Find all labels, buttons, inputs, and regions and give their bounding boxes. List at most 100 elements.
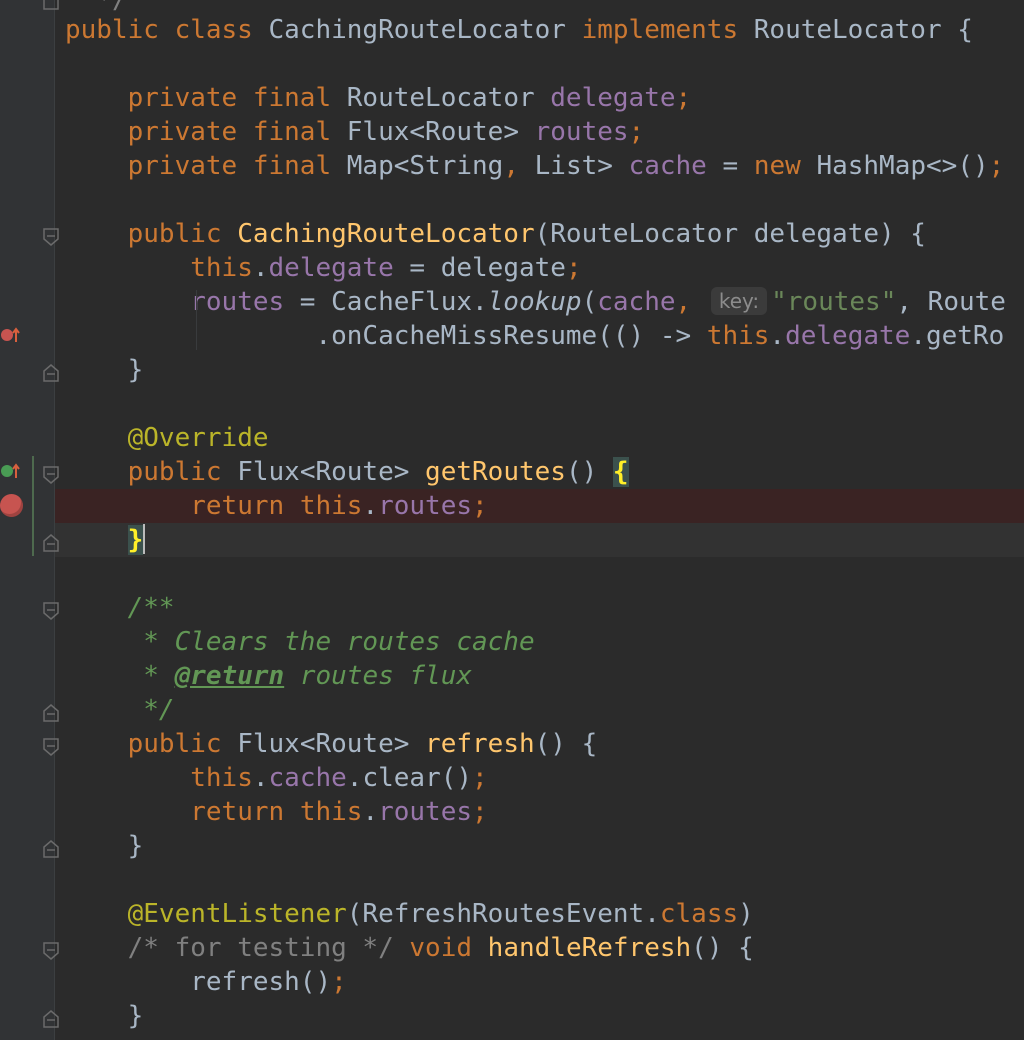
field-token: cache <box>268 763 347 793</box>
keyword-token: this <box>299 797 363 827</box>
expr-token: refresh() <box>190 967 332 997</box>
code-line[interactable]: this.cache.clear(); <box>55 761 1024 795</box>
doc-comment-token: * Clears the routes cache <box>127 627 535 657</box>
code-line[interactable]: return this.routes; <box>55 795 1024 829</box>
field-token: routes <box>378 797 473 827</box>
matched-brace: } <box>127 525 144 555</box>
punct-token: . <box>252 253 269 283</box>
method-token: handleRefresh <box>487 933 692 963</box>
override-icon[interactable] <box>0 460 22 482</box>
code-line[interactable]: } <box>55 829 1024 863</box>
type-token: RouteLocator <box>346 83 551 113</box>
brace-token: } <box>127 355 144 385</box>
punct-token: ; <box>472 491 488 521</box>
code-line[interactable]: routes = CacheFlux.lookup(cache, key: "ro… <box>55 285 1024 319</box>
fold-icon[interactable] <box>42 602 60 620</box>
matched-brace: { <box>612 457 629 487</box>
expr-token: .onCacheMissResume(() -> <box>315 321 707 351</box>
fold-icon[interactable] <box>42 0 60 10</box>
code-line[interactable]: */ <box>55 693 1024 727</box>
keyword-token: implements <box>581 15 754 45</box>
fold-icon[interactable] <box>42 1010 60 1028</box>
code-line[interactable]: this.delegate = delegate; <box>55 251 1024 285</box>
code-editor[interactable]: */ public class CachingRouteLocator impl… <box>55 0 1024 1040</box>
type-token: Flux<Route> <box>237 457 426 487</box>
code-line[interactable]: @EventListener(RefreshRoutesEvent.class) <box>55 897 1024 931</box>
code-line[interactable]: /* for testing */ void handleRefresh() { <box>55 931 1024 965</box>
breakpoint-line[interactable]: return this.routes; <box>55 489 1024 523</box>
indent-guide <box>196 290 197 350</box>
field-token: routes <box>534 117 629 147</box>
field-token: cache <box>628 151 707 181</box>
keyword-token: private final <box>127 151 347 181</box>
expr-token: (RefreshRoutesEvent. <box>346 899 660 929</box>
punct-token: () <box>565 457 613 487</box>
expr-token: = delegate <box>393 253 566 283</box>
editor-gutter[interactable] <box>0 0 54 1040</box>
field-token: routes <box>190 287 285 317</box>
type-token: List> <box>534 151 629 181</box>
type-token: Flux<Route> <box>346 117 535 147</box>
code-line[interactable]: public Flux<Route> refresh() { <box>55 727 1024 761</box>
fold-icon[interactable] <box>42 534 60 552</box>
keyword-token: private final <box>127 117 347 147</box>
punct-token: ) <box>738 899 754 929</box>
keyword-token: private final <box>127 83 347 113</box>
punct-token: ; <box>472 763 488 793</box>
operator-token: = <box>706 151 754 181</box>
keyword-token: return <box>190 491 300 521</box>
code-line[interactable]: private final Map<String, List> cache = … <box>55 149 1024 183</box>
brace-token: } <box>127 831 144 861</box>
fold-icon[interactable] <box>42 840 60 858</box>
code-line[interactable]: refresh(); <box>55 965 1024 999</box>
punct-token: ; <box>988 151 1005 181</box>
fold-icon[interactable] <box>42 942 60 960</box>
keyword-token: this <box>706 321 770 351</box>
punct-token: , <box>675 287 707 317</box>
keyword-token: public <box>127 729 238 759</box>
field-token: routes <box>378 491 473 521</box>
code-line[interactable]: public class CachingRouteLocator impleme… <box>55 13 1024 47</box>
code-line[interactable]: public Flux<Route> getRoutes() { <box>55 455 1024 489</box>
doc-comment-token: routes flux <box>284 661 473 691</box>
punct-token: ; <box>675 83 692 113</box>
field-token: cache <box>597 287 676 317</box>
code-line[interactable]: * @return routes flux <box>55 659 1024 693</box>
code-line[interactable]: /** <box>55 591 1024 625</box>
doc-comment-token: */ <box>127 695 175 725</box>
keyword-token: void <box>409 933 488 963</box>
doc-comment-token: /** <box>127 593 175 623</box>
expr-token: .clear() <box>346 763 473 793</box>
code-line[interactable]: private final Flux<Route> routes; <box>55 115 1024 149</box>
fold-icon[interactable] <box>42 228 60 246</box>
current-line[interactable]: } <box>55 523 1024 557</box>
keyword-token: new <box>753 151 817 181</box>
fold-icon[interactable] <box>42 466 60 484</box>
string-token: "routes" <box>771 287 897 317</box>
fold-icon[interactable] <box>42 738 60 756</box>
code-line[interactable]: private final RouteLocator delegate; <box>55 81 1024 115</box>
code-line[interactable]: .onCacheMissResume(() -> this.delegate.g… <box>55 319 1024 353</box>
fold-icon[interactable] <box>42 704 60 722</box>
keyword-token: return <box>190 797 300 827</box>
field-token: delegate <box>268 253 394 283</box>
keyword-token: public <box>127 457 238 487</box>
punct-token: ; <box>628 117 645 147</box>
field-token: delegate <box>785 321 911 351</box>
code-line[interactable]: public CachingRouteLocator(RouteLocator … <box>55 217 1024 251</box>
code-line[interactable]: } <box>55 353 1024 387</box>
code-line[interactable]: } <box>55 999 1024 1033</box>
breakpoint-icon[interactable] <box>0 494 23 517</box>
code-line[interactable]: * Clears the routes cache <box>55 625 1024 659</box>
punct-token: . <box>362 797 379 827</box>
code-line[interactable]: @Override <box>55 421 1024 455</box>
doc-tag-token: @return <box>174 661 285 691</box>
annotation-token: @Override <box>127 423 269 453</box>
type-token: HashMap<>() <box>816 151 989 181</box>
vcs-change-marker[interactable] <box>32 456 34 556</box>
punct-token: ; <box>331 967 347 997</box>
brace-token: } <box>127 1001 144 1031</box>
method-token: lookup <box>487 287 582 317</box>
override-icon[interactable] <box>0 324 22 346</box>
fold-icon[interactable] <box>42 364 60 382</box>
